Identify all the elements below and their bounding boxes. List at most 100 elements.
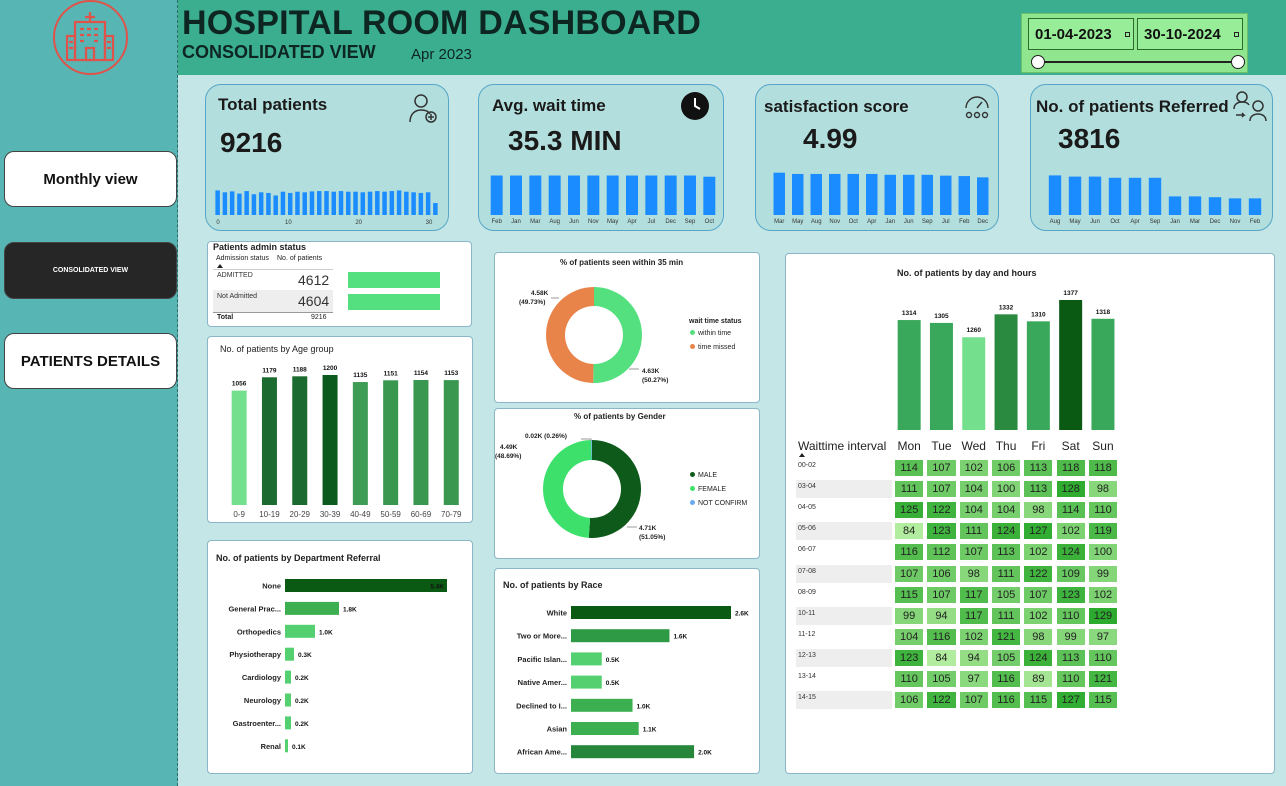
- heatmap-day-header[interactable]: Thu: [990, 439, 1022, 453]
- heatmap-day-header[interactable]: Tue: [925, 439, 957, 453]
- heatmap-cell: 107: [926, 459, 957, 477]
- heatmap-cell: 123: [1055, 585, 1086, 604]
- day-total-label: 1305: [934, 313, 949, 320]
- date-slider-end-handle[interactable]: [1231, 55, 1245, 69]
- sparkline-bar: [977, 177, 989, 215]
- sparkline-bar: [266, 192, 271, 215]
- nav-monthly-view-button[interactable]: Monthly view: [4, 151, 177, 207]
- sparkline-bar: [425, 192, 431, 215]
- bar: [285, 601, 339, 615]
- kpi-title: Avg. wait time: [492, 96, 606, 115]
- referred-sparkline: Aug May Jun Oct Apr Sep Jan Mar Dec Nov Feb: [1048, 175, 1262, 225]
- date-from-input[interactable]: 01-04-2023: [1028, 18, 1134, 50]
- month-label: Apr 2023: [411, 46, 472, 63]
- bar-category-label: Two or More...: [517, 632, 567, 641]
- age-tick-label: 10-19: [259, 510, 280, 519]
- date-to-input[interactable]: 30-10-2024: [1137, 18, 1243, 50]
- sparkline-bar: [587, 175, 600, 215]
- heatmap-row-label: 13-14: [796, 670, 892, 688]
- day-total-bar: [994, 314, 1018, 430]
- heatmap-col-header-interval[interactable]: Waittime interval: [798, 439, 886, 453]
- heatmap-cell: 116: [990, 691, 1022, 710]
- heatmap-cell: 117: [958, 606, 989, 625]
- heatmap-row-label: 14-15: [796, 691, 892, 710]
- heatmap-day-header[interactable]: Mon: [893, 439, 925, 453]
- sparkline-axis-label: Dec: [1210, 219, 1221, 225]
- kpi-value: 35.3 MIN: [508, 125, 622, 156]
- legend-item[interactable]: MALE: [690, 472, 717, 479]
- heatmap-cell: 114: [894, 459, 925, 477]
- race-chart-plot: White 2.6K Two or More... 1.6K Pacific Islan…: [516, 606, 749, 759]
- admin-col-patients-header[interactable]: No. of patients: [277, 255, 322, 262]
- nav-consolidated-view-button[interactable]: CONSOLIDATED VIEW: [4, 242, 177, 299]
- heatmap-day-header[interactable]: Sat: [1055, 439, 1087, 453]
- heatmap-cell: 94: [926, 606, 957, 625]
- sparkline-axis-label: Feb: [959, 219, 970, 225]
- heatmap-day-header[interactable]: Fri: [1022, 439, 1054, 453]
- heatmap-cell: 102: [958, 459, 989, 477]
- bar-category-label: Pacific Islan...: [517, 655, 567, 664]
- sparkline-bar: [316, 191, 322, 215]
- sparkline-bar: [958, 176, 970, 215]
- bar-category-label: None: [262, 582, 281, 591]
- heatmap-day-header[interactable]: Sun: [1087, 439, 1119, 453]
- legend-item[interactable]: time missed: [690, 344, 735, 351]
- bar-value-label: 2.6K: [735, 611, 749, 618]
- admin-col-status-header[interactable]: Admission status: [216, 255, 269, 262]
- heatmap-cell: 113: [990, 543, 1022, 562]
- legend-item[interactable]: NOT CONFIRM: [690, 500, 747, 507]
- heatmap-cell: 105: [926, 670, 957, 688]
- age-bar: [231, 390, 247, 505]
- bar-category-label: White: [547, 609, 567, 618]
- age-tick-label: 40-49: [350, 510, 371, 519]
- age-bar-label: 1153: [444, 370, 458, 377]
- sparkline-axis-label: Jan: [1170, 219, 1180, 225]
- sparkline-bar: [792, 173, 804, 215]
- sparkline-bar: [360, 192, 366, 215]
- age-tick-label: 30-39: [320, 510, 341, 519]
- age-bar-label: 1135: [353, 372, 367, 379]
- bar-category-label: Physiotherapy: [229, 650, 282, 659]
- heatmap-cell: 107: [1023, 585, 1054, 604]
- heatmap-cell: 111: [990, 564, 1022, 583]
- sparkline-axis-label: Jul: [647, 219, 655, 225]
- bar-value-label: 1.6K: [673, 634, 687, 641]
- heatmap-cell: 116: [990, 670, 1022, 688]
- heatmap-cell: 97: [958, 670, 989, 688]
- sparkline-axis-label: Sep: [1150, 219, 1161, 225]
- sparkline-bar: [626, 175, 638, 215]
- legend-item[interactable]: within time: [690, 330, 731, 337]
- day-total-label: 1260: [967, 327, 982, 334]
- calendar-icon[interactable]: [1125, 32, 1130, 37]
- admin-status-table: Patients admin status Admission status N…: [207, 241, 472, 327]
- nav-patients-details-button[interactable]: PATIENTS DETAILS: [4, 333, 177, 389]
- sparkline-axis-label: Nov: [588, 219, 599, 225]
- wait-legend-title: wait time status: [689, 318, 742, 325]
- sparkline-bar: [1188, 196, 1202, 215]
- heatmap-cell: 105: [990, 585, 1022, 604]
- bar: [571, 606, 731, 619]
- heatmap-cell: 107: [894, 564, 925, 583]
- legend-label: within time: [698, 330, 732, 337]
- heatmap-cell: 123: [894, 648, 925, 667]
- gender-chart-plot: 0.02K (0.26%) 4.49K (48.69%) 4.71K (51.05%): [495, 433, 665, 541]
- admin-status-title: Patients admin status: [213, 242, 307, 252]
- age-bar-label: 1188: [293, 366, 307, 373]
- sparkline-axis-label: Mar: [774, 219, 784, 225]
- calendar-icon[interactable]: [1234, 32, 1239, 37]
- bar: [571, 698, 633, 712]
- heatmap-cell: 107: [958, 691, 989, 710]
- sparkline-bar: [258, 192, 264, 215]
- sort-asc-icon: [217, 264, 223, 268]
- date-slider-start-handle[interactable]: [1031, 55, 1045, 69]
- heatmap-day-header[interactable]: Wed: [958, 439, 990, 453]
- sparkline-axis-label: 0: [216, 220, 220, 225]
- doctor-icon: [409, 94, 437, 123]
- page-title: HOSPITAL ROOM DASHBOARD: [182, 4, 702, 42]
- donut-data-label: (51.05%): [639, 534, 665, 541]
- legend-item[interactable]: FEMALE: [690, 486, 726, 493]
- sparkline-bar: [1048, 175, 1062, 215]
- bar-value-label: 5.4K: [430, 584, 444, 591]
- legend-dot-icon: [690, 330, 695, 335]
- sparkline-bar: [433, 203, 438, 215]
